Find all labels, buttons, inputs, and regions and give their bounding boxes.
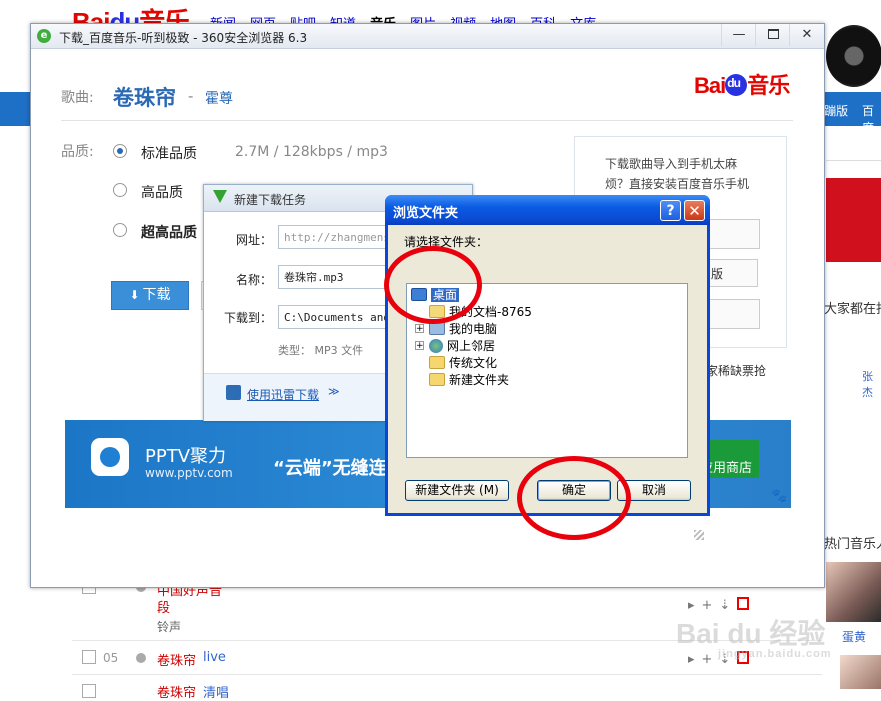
tree-item-network[interactable]: 网上邻居 [429,337,495,354]
minimize-button[interactable]: — [721,24,756,46]
radio-super-quality[interactable] [113,223,127,237]
song-title[interactable]: 卷珠帘 [157,682,196,701]
promo-text-3[interactable]: 家稀缺票抢 [706,362,766,379]
expand-my-computer-icon[interactable]: + [415,324,424,334]
baidu-paw-icon [725,74,748,96]
folder-icon [429,373,445,386]
song-tag[interactable]: live [203,650,226,665]
radio-high-quality[interactable] [113,183,127,197]
quality-super-label: 超高品质 [141,225,197,241]
expand-network-icon[interactable]: + [415,341,424,351]
row-number: 05 [103,651,119,665]
artist-photo[interactable] [826,562,881,622]
side-heading-popular: 大家都在找 [824,302,881,317]
separator: - [188,87,194,105]
side-heading-artists: 热门音乐人 [824,537,881,552]
browser-360-icon: e [37,29,51,43]
promo-button-1[interactable] [708,219,760,249]
ad-slogan: “云端”无缝连 [273,458,387,479]
quality-high-label: 高品质 [141,185,183,201]
artist-link[interactable]: 霍尊 [205,88,233,108]
row-actions[interactable]: ▸+⇣ [688,597,750,613]
save-to-label: 下载到： [224,311,273,325]
promo-button-3[interactable] [708,299,760,329]
dialog-title: 浏览文件夹 [393,206,459,221]
ad-name: PPTV聚力 [145,446,227,467]
download-arrow-icon [213,190,227,203]
baidu-music-logo: Bai音乐 [694,68,790,100]
pptv-logo-icon [91,438,129,476]
baidu-jingyan-watermark: Bai du 经验 jingyan.baidu.com [676,618,832,660]
window-titlebar[interactable]: e 下载_百度音乐-听到极致 - 360安全浏览器 6.3 — ✕ [31,24,824,49]
bar-link-2[interactable]: 百度 [862,102,881,136]
paw-icon: 🐾 [771,489,788,504]
new-folder-button[interactable]: 新建文件夹 (M) [405,480,509,501]
name-label: 名称： [236,273,273,287]
song-label: 歌曲: [61,90,94,106]
maximize-icon [767,29,779,39]
folder-icon [429,356,445,369]
annotation-circle-ok [517,456,631,540]
maximize-button[interactable] [755,24,790,46]
row-checkbox[interactable] [82,684,96,698]
promo-text-2: 烦？直接安装百度音乐手机 [605,177,750,191]
download-arrow-icon: ⬇ [129,288,140,302]
divider [61,120,793,121]
help-button[interactable]: ? [660,200,681,221]
ad-url: www.pptv.com [145,466,233,480]
chevron-down-icon[interactable]: ≫ [328,385,340,398]
side-link[interactable]: 张杰 [862,368,881,400]
song-title[interactable]: 卷珠帘 [157,650,196,669]
quality-label: 品质: [61,144,94,160]
thunder-icon [226,385,241,400]
side-banner[interactable] [826,178,881,262]
promo-button-2[interactable]: 版 [708,259,758,287]
download-button[interactable]: ⬇ 下载 [111,281,189,310]
vinyl-record-icon [826,25,881,87]
url-label: 网址： [236,233,273,247]
bar-link-1[interactable]: ᵢ蹦版 [822,102,848,119]
artist-photo-2[interactable] [840,655,881,689]
use-thunder-link[interactable]: 使用迅雷下载 [247,386,319,403]
song-subtitle: 段 [157,601,171,616]
song-ringtone[interactable]: 铃声 [157,618,181,635]
globe-icon [136,653,146,663]
row-divider [72,674,822,675]
row-checkbox[interactable] [82,650,96,664]
artist-name[interactable]: 蛋黄 [842,628,866,645]
dialog-title: 新建下载任务 [234,193,307,207]
dialog-titlebar[interactable]: 浏览文件夹 ? ✕ [385,195,710,225]
close-button[interactable]: ✕ [789,24,824,46]
annotation-circle-desktop [384,246,482,324]
tree-item-traditional-culture[interactable]: 传统文化 [429,354,497,371]
close-button[interactable]: ✕ [684,200,705,221]
resize-grip[interactable] [694,530,704,540]
quality-standard-label: 标准品质 [141,146,197,162]
window-title: 下载_百度音乐-听到极致 - 360安全浏览器 6.3 [59,31,308,45]
tree-item-new-folder[interactable]: 新建文件夹 [429,371,509,388]
radio-standard-quality[interactable] [113,144,127,158]
promo-text-1: 下载歌曲导入到手机太麻 [605,157,738,171]
song-name: 卷珠帘 [113,86,176,110]
quality-standard-info: 2.7M / 128kbps / mp3 [235,144,388,160]
divider [826,160,881,161]
song-tag[interactable]: 清唱 [203,682,229,701]
network-icon [429,338,443,353]
file-type: 类型： MP3 文件 [278,344,364,357]
